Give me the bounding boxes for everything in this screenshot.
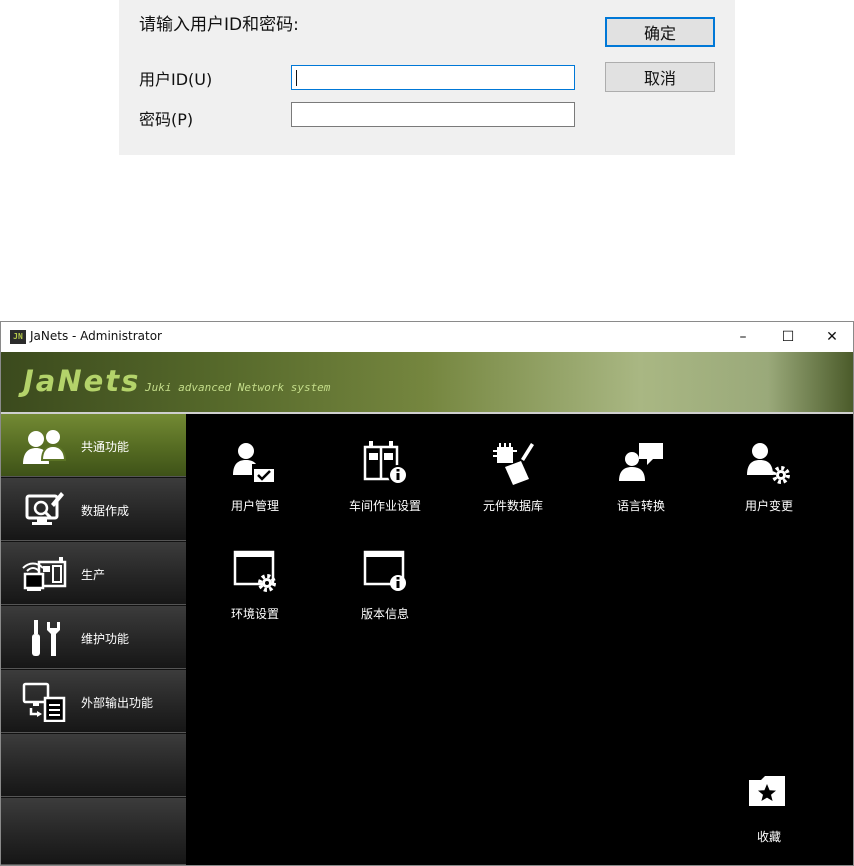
sidebar-item-common[interactable]: 共通功能 xyxy=(1,414,186,477)
component-database-icon xyxy=(493,443,534,485)
sidebar-item-data-creation[interactable]: 数据作成 xyxy=(1,478,186,541)
sidebar-item-production[interactable]: 生产 xyxy=(1,542,186,605)
tile-favorites[interactable]: 收藏 xyxy=(707,772,827,862)
sidebar-item-label: 维护功能 xyxy=(81,632,130,646)
sidebar-item-label: 生产 xyxy=(81,568,106,582)
sidebar-item-maintenance[interactable]: 维护功能 xyxy=(1,606,186,669)
favorites-folder-icon xyxy=(749,776,785,806)
login-prompt: 请输入用户ID和密码: xyxy=(139,15,299,35)
environment-settings-icon xyxy=(233,550,276,592)
maximize-button[interactable]: ☐ xyxy=(765,322,811,352)
tile-label: 环境设置 xyxy=(230,607,279,621)
tile-language-switch[interactable]: 语言转换 xyxy=(579,441,699,531)
cancel-button[interactable]: 取消 xyxy=(605,62,715,92)
data-edit-icon xyxy=(25,492,64,525)
export-icon xyxy=(22,682,66,722)
tile-version-info[interactable]: 版本信息 xyxy=(323,549,443,639)
sidebar: 共通功能 数据作成 生产 维护功能 外部输出功能 xyxy=(1,414,186,865)
password-label: 密码(P) xyxy=(139,110,194,129)
sidebar-item-label: 外部输出功能 xyxy=(81,696,154,710)
tile-user-management[interactable]: 用户管理 xyxy=(193,441,313,531)
maintenance-tools-icon xyxy=(32,620,60,656)
sidebar-item-export[interactable]: 外部输出功能 xyxy=(1,670,186,733)
tile-label: 版本信息 xyxy=(360,607,409,621)
tile-label: 元件数据库 xyxy=(482,499,543,513)
tile-workshop-settings[interactable]: 车间作业设置 xyxy=(323,441,443,531)
tile-user-change[interactable]: 用户变更 xyxy=(707,441,827,531)
text-caret xyxy=(296,70,297,86)
tile-label: 用户管理 xyxy=(230,499,279,513)
production-icon xyxy=(22,557,67,591)
sidebar-item-label: 共通功能 xyxy=(81,440,130,454)
tile-label: 车间作业设置 xyxy=(348,499,421,513)
app-banner: JaNets Juki advanced Network system xyxy=(1,352,853,412)
window-title: JaNets - Administrator xyxy=(30,329,162,343)
banner-tagline: Juki advanced Network system xyxy=(145,381,331,394)
user-id-input[interactable] xyxy=(291,65,575,90)
login-dialog: 请输入用户ID和密码: 用户ID(U) 密码(P) 确定 取消 xyxy=(119,0,735,155)
users-icon xyxy=(23,430,67,464)
user-management-icon xyxy=(233,443,276,484)
tile-label: 语言转换 xyxy=(616,499,665,513)
sidebar-item-empty xyxy=(1,798,186,865)
close-button[interactable]: ✕ xyxy=(809,322,854,352)
tile-label: 收藏 xyxy=(756,830,781,844)
janets-window: JN JaNets - Administrator – ☐ ✕ JaNets J… xyxy=(0,321,854,866)
ok-button[interactable]: 确定 xyxy=(605,17,715,47)
tile-component-database[interactable]: 元件数据库 xyxy=(451,441,571,531)
language-switch-icon xyxy=(619,443,663,481)
minimize-button[interactable]: – xyxy=(720,322,766,352)
tile-environment-settings[interactable]: 环境设置 xyxy=(193,549,313,639)
app-icon: JN xyxy=(10,330,26,344)
title-bar: JN JaNets - Administrator – ☐ ✕ xyxy=(1,322,853,352)
user-id-label: 用户ID(U) xyxy=(139,70,213,89)
version-info-icon xyxy=(363,550,406,591)
sidebar-item-empty xyxy=(1,734,186,797)
user-change-icon xyxy=(747,443,790,484)
janets-logo: JaNets xyxy=(23,364,141,398)
sidebar-item-label: 数据作成 xyxy=(81,504,130,518)
password-input[interactable] xyxy=(291,102,575,127)
workshop-settings-icon xyxy=(363,441,407,485)
tile-label: 用户变更 xyxy=(744,499,793,513)
